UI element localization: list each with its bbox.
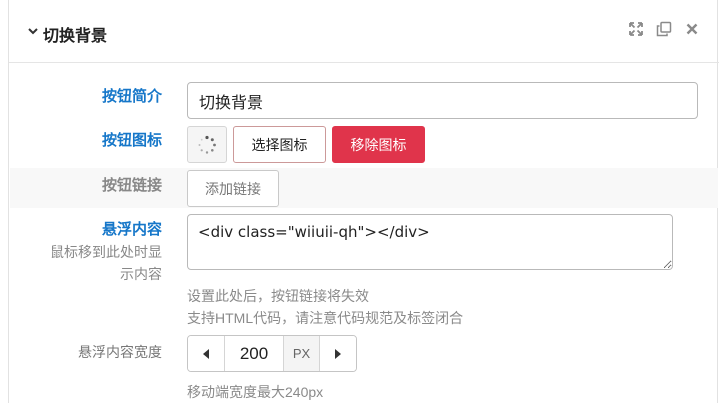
brief-input[interactable]: 切换背景 — [187, 82, 698, 119]
settings-panel: 切换背景 按钮简介 切换背景 按钮图标 选择图标 移除图标 按钮链接 添加链接 … — [8, 0, 719, 403]
copy-icon[interactable] — [655, 20, 673, 38]
decrement-button[interactable] — [188, 336, 224, 371]
choose-icon-button[interactable]: 选择图标 — [233, 126, 326, 163]
remove-icon-button[interactable]: 移除图标 — [332, 126, 425, 163]
caret-left-icon — [203, 348, 209, 359]
hover-sublabel-2: 示内容 — [120, 266, 162, 282]
icon-label: 按钮图标 — [101, 132, 162, 149]
width-unit: PX — [284, 336, 320, 371]
brief-label: 按钮简介 — [101, 88, 162, 105]
width-label: 悬浮内容宽度 — [78, 344, 162, 360]
spinner-icon — [198, 135, 216, 154]
panel-title: 切换背景 — [43, 28, 108, 45]
close-icon[interactable] — [683, 20, 701, 38]
hover-content-textarea[interactable] — [187, 214, 673, 270]
expand-icon[interactable] — [627, 20, 645, 38]
hover-label: 悬浮内容 — [101, 221, 162, 238]
hover-help-2: 支持HTML代码，请注意代码规范及标签闭合 — [187, 310, 464, 326]
increment-button[interactable] — [320, 336, 356, 371]
link-label: 按钮链接 — [101, 177, 162, 194]
add-link-button[interactable]: 添加链接 — [187, 170, 279, 207]
width-help: 移动端宽度最大240px — [187, 384, 324, 400]
chevron-down-icon[interactable] — [26, 24, 40, 38]
panel-header: 切换背景 — [9, 0, 719, 63]
hover-help-1: 设置此处后，按钮链接将失效 — [187, 288, 369, 304]
width-value-input[interactable]: 200 — [224, 336, 284, 371]
caret-right-icon — [335, 348, 341, 359]
icon-preview — [187, 126, 227, 163]
hover-sublabel-1: 鼠标移到此处时显 — [50, 244, 162, 260]
width-stepper: 200 PX — [187, 335, 357, 372]
header-actions — [627, 20, 701, 38]
